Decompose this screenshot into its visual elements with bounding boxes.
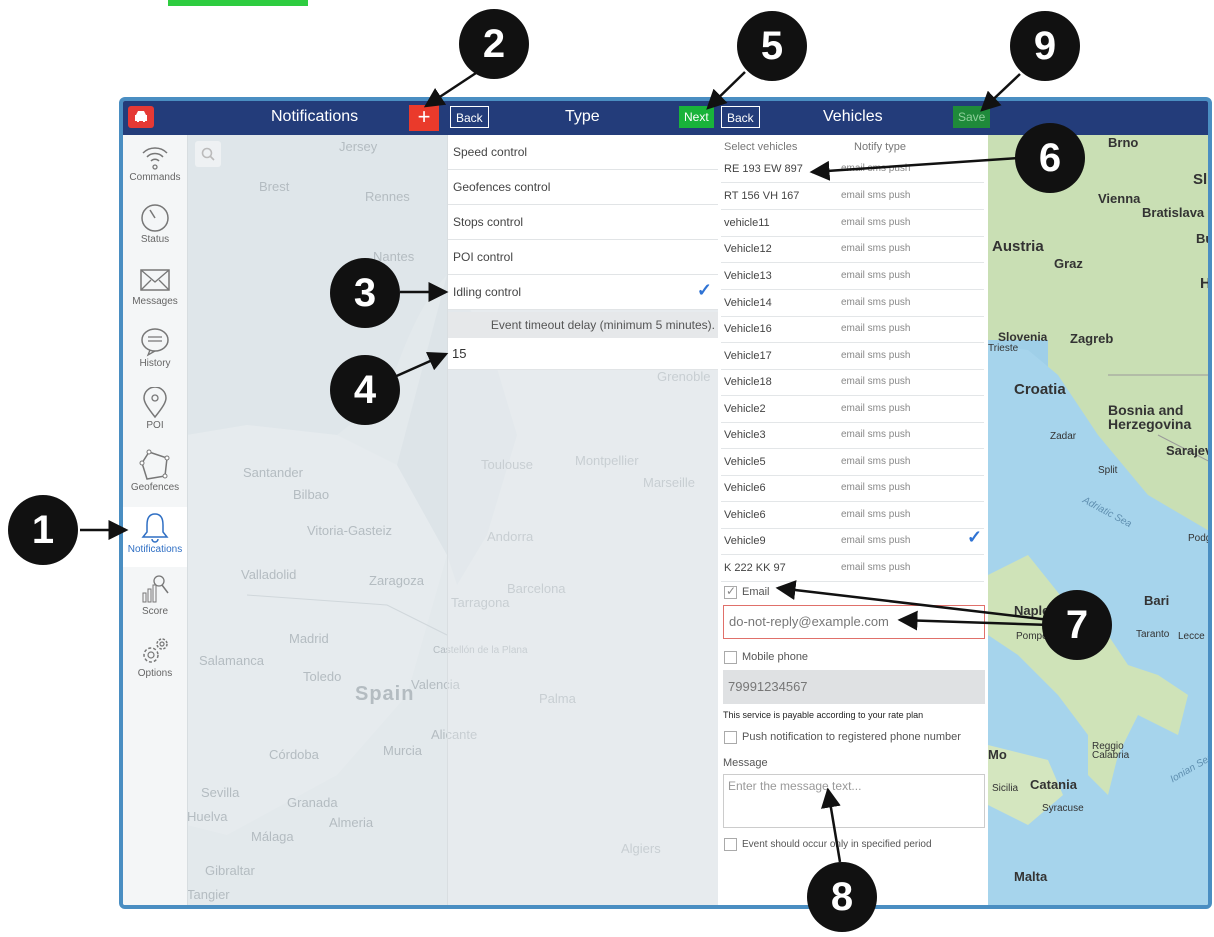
callout-4: 4 [330,355,400,425]
callout-2: 2 [459,9,529,79]
callout-9: 9 [1010,11,1080,81]
callout-7: 7 [1042,590,1112,660]
callout-5: 5 [737,11,807,81]
callout-3: 3 [330,258,400,328]
callout-6: 6 [1015,123,1085,193]
callout-8: 8 [807,862,877,932]
callout-1: 1 [8,495,78,565]
